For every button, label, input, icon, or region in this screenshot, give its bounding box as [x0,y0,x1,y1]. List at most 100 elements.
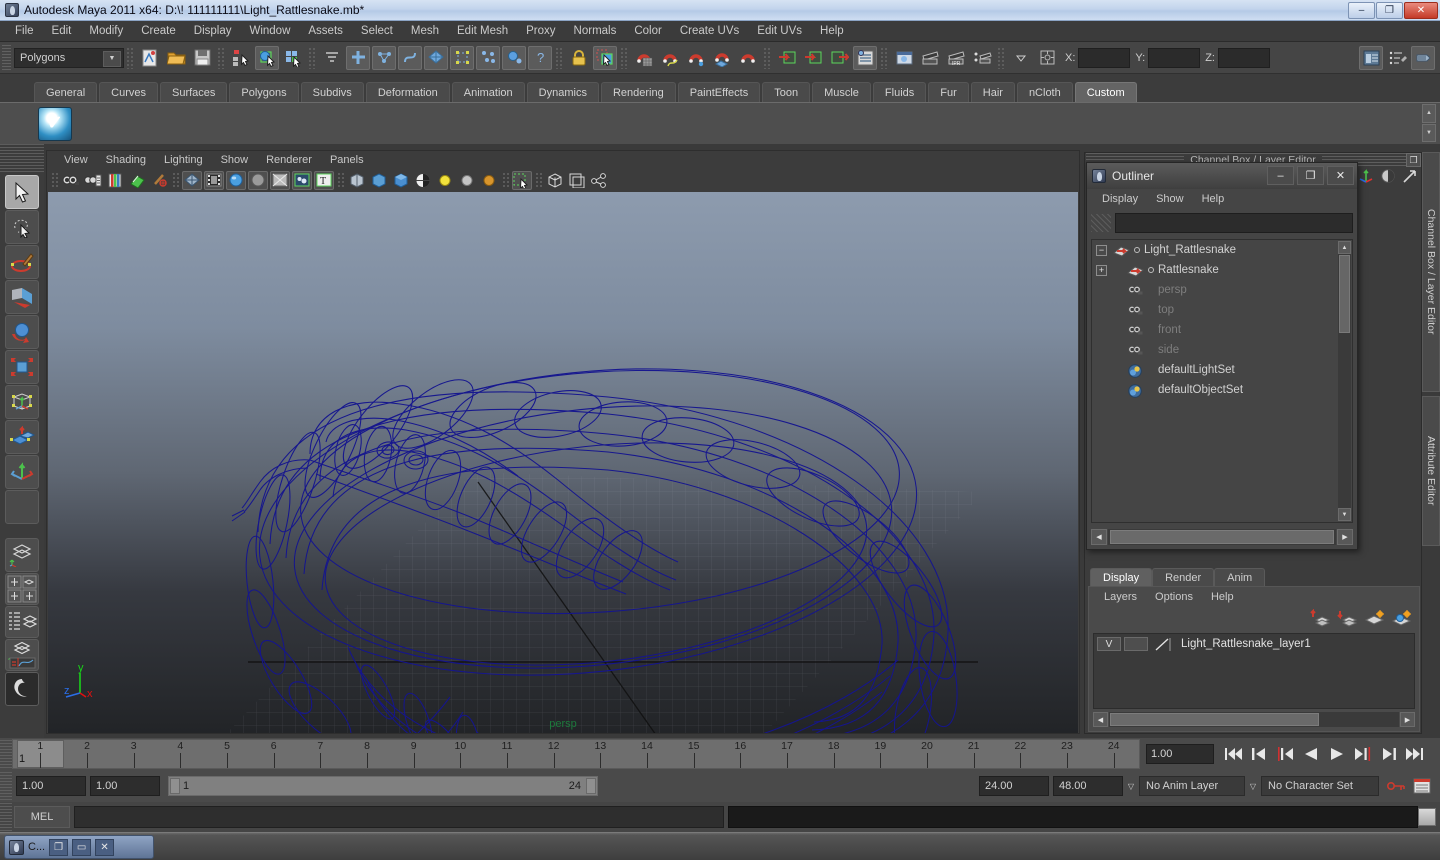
smooth-shade-textured-icon[interactable] [226,171,246,190]
toggle-ui-elements-icon[interactable] [1411,46,1435,70]
outliner-persp-layout-button[interactable] [5,606,39,638]
outliner-item[interactable]: top [1092,300,1352,320]
shelf-tab-fur[interactable]: Fur [928,82,969,102]
layer-hscroll-track[interactable] [1109,712,1399,727]
menu-item-select[interactable]: Select [352,23,402,39]
menu-item-mesh[interactable]: Mesh [402,23,448,39]
last-tool-used[interactable] [5,490,39,524]
menu-item-edit[interactable]: Edit [43,23,81,39]
outliner-item[interactable]: side [1092,340,1352,360]
layer-list[interactable]: VLight_Rattlesnake_layer1 [1093,633,1415,709]
menu-item-proxy[interactable]: Proxy [517,23,564,39]
layer-tab-render[interactable]: Render [1152,568,1214,586]
coord-y-field[interactable] [1148,48,1200,68]
expand-icon[interactable]: + [1096,265,1107,276]
use-all-lights-icon[interactable] [369,171,389,190]
outliner-hscroll-thumb[interactable] [1110,530,1334,544]
render-settings-icon[interactable] [970,46,994,70]
batch-render-icon[interactable]: IPR [944,46,968,70]
shelf-tab-rendering[interactable]: Rendering [601,82,676,102]
go-to-end-icon[interactable] [1403,743,1427,765]
manipulator-axis-icon[interactable] [1358,168,1374,184]
curves-mask-icon[interactable] [398,46,422,70]
rendering-mask-icon[interactable] [502,46,526,70]
surfaces-mask-icon[interactable] [424,46,448,70]
outliner-vertical-scrollbar[interactable]: ▲ ▼ [1338,241,1351,521]
select-tool-highlight-icon[interactable] [593,46,617,70]
component-mask-menu-icon[interactable] [320,46,344,70]
menu-item-assets[interactable]: Assets [299,23,352,39]
scroll-left-arrow-icon[interactable]: ◀ [1091,529,1107,545]
lasso-select-tool[interactable] [5,210,39,244]
layer-tab-anim[interactable]: Anim [1214,568,1265,586]
shelf-scroll-up-button[interactable]: ▲ [1422,104,1436,123]
scale-tool[interactable] [5,350,39,384]
select-by-object-type-icon[interactable] [255,46,279,70]
menu-item-color[interactable]: Color [625,23,670,39]
toolbox-grip[interactable] [0,144,44,174]
snap-to-grid-icon[interactable] [632,46,656,70]
single-perspective-layout-button[interactable] [5,538,39,572]
perspective-viewport[interactable]: persp y z x [48,192,1078,733]
arrow-up-right-icon[interactable] [1402,168,1418,184]
smooth-shade-all-icon[interactable] [204,171,224,190]
scroll-right-arrow-icon[interactable]: ▶ [1400,712,1415,727]
motion-blur-icon[interactable] [413,171,433,190]
play-forwards-icon[interactable] [1325,743,1349,765]
layer-menu-help[interactable]: Help [1202,591,1243,603]
shelf-tab-dynamics[interactable]: Dynamics [527,82,599,102]
tab-channel-box-layer-editor[interactable]: Channel Box / Layer Editor [1422,152,1440,392]
anim-layer-selector[interactable]: No Anim Layer [1139,776,1245,796]
help-line-icon[interactable] [1418,808,1436,826]
scroll-left-arrow-icon[interactable]: ◀ [1093,712,1108,727]
outliner-tree[interactable]: −Light_Rattlesnake+Rattlesnakepersptopfr… [1091,239,1353,523]
viewport-menu-lighting[interactable]: Lighting [155,154,212,166]
hypershade-layout-button[interactable] [5,672,39,706]
shelf-tab-surfaces[interactable]: Surfaces [160,82,227,102]
outliner-horizontal-scrollbar[interactable]: ◀ ▶ [1091,528,1353,546]
text-display-icon[interactable]: T [314,171,334,190]
play-backwards-icon[interactable] [1299,743,1323,765]
isolate-select-icon[interactable] [512,171,532,190]
move-layer-up-icon[interactable] [1310,609,1330,627]
restore-button[interactable]: ❐ [1376,2,1403,19]
select-tool[interactable] [5,175,39,209]
coord-z-field[interactable] [1218,48,1270,68]
outliner-hscroll-track[interactable] [1108,529,1336,545]
shelf-scroll-down-button[interactable]: ▼ [1422,124,1436,143]
menu-item-create-uvs[interactable]: Create UVs [671,23,748,39]
dynamics-mask-icon[interactable] [476,46,500,70]
share-viewport-icon[interactable] [589,171,609,190]
layer-row[interactable]: VLight_Rattlesnake_layer1 [1094,634,1414,652]
time-slider[interactable]: 1 12345678910111213141516171819202122232… [12,739,1140,769]
shelf-tab-deformation[interactable]: Deformation [366,82,450,102]
new-layer-from-selected-icon[interactable] [1391,609,1411,627]
menu-item-help[interactable]: Help [811,23,853,39]
step-forward-keyframe-icon[interactable] [1377,743,1401,765]
taskbar-restore-button[interactable]: ❐ [49,839,68,856]
outliner-menu-display[interactable]: Display [1093,193,1147,205]
outliner-maximize-button[interactable]: ❐ [1297,166,1324,185]
shelf-tab-painteffects[interactable]: PaintEffects [678,82,761,102]
universal-manipulator-tool[interactable] [5,385,39,419]
make-live-icon[interactable] [775,46,799,70]
menu-item-display[interactable]: Display [185,23,241,39]
viewport-menu-renderer[interactable]: Renderer [257,154,321,166]
bookmarks-icon[interactable] [105,171,125,190]
xray-display-icon[interactable] [292,171,312,190]
rotate-tool[interactable] [5,315,39,349]
menu-item-window[interactable]: Window [240,23,299,39]
range-start-handle[interactable] [170,778,180,794]
open-scene-icon[interactable] [164,46,188,70]
taskbar-close-button[interactable]: ✕ [95,839,114,856]
layer-color-swatch-icon[interactable] [1154,637,1174,652]
outliner-menu-show[interactable]: Show [1147,193,1193,205]
menu-item-create[interactable]: Create [132,23,185,39]
outliner-search-input[interactable] [1115,213,1353,233]
shelf-tab-animation[interactable]: Animation [452,82,525,102]
search-filter-icon[interactable] [1091,214,1111,232]
range-slider-grip[interactable] [0,772,12,800]
shadows-icon[interactable] [391,171,411,190]
snap-to-point-icon[interactable] [684,46,708,70]
command-input-field[interactable] [74,806,724,828]
